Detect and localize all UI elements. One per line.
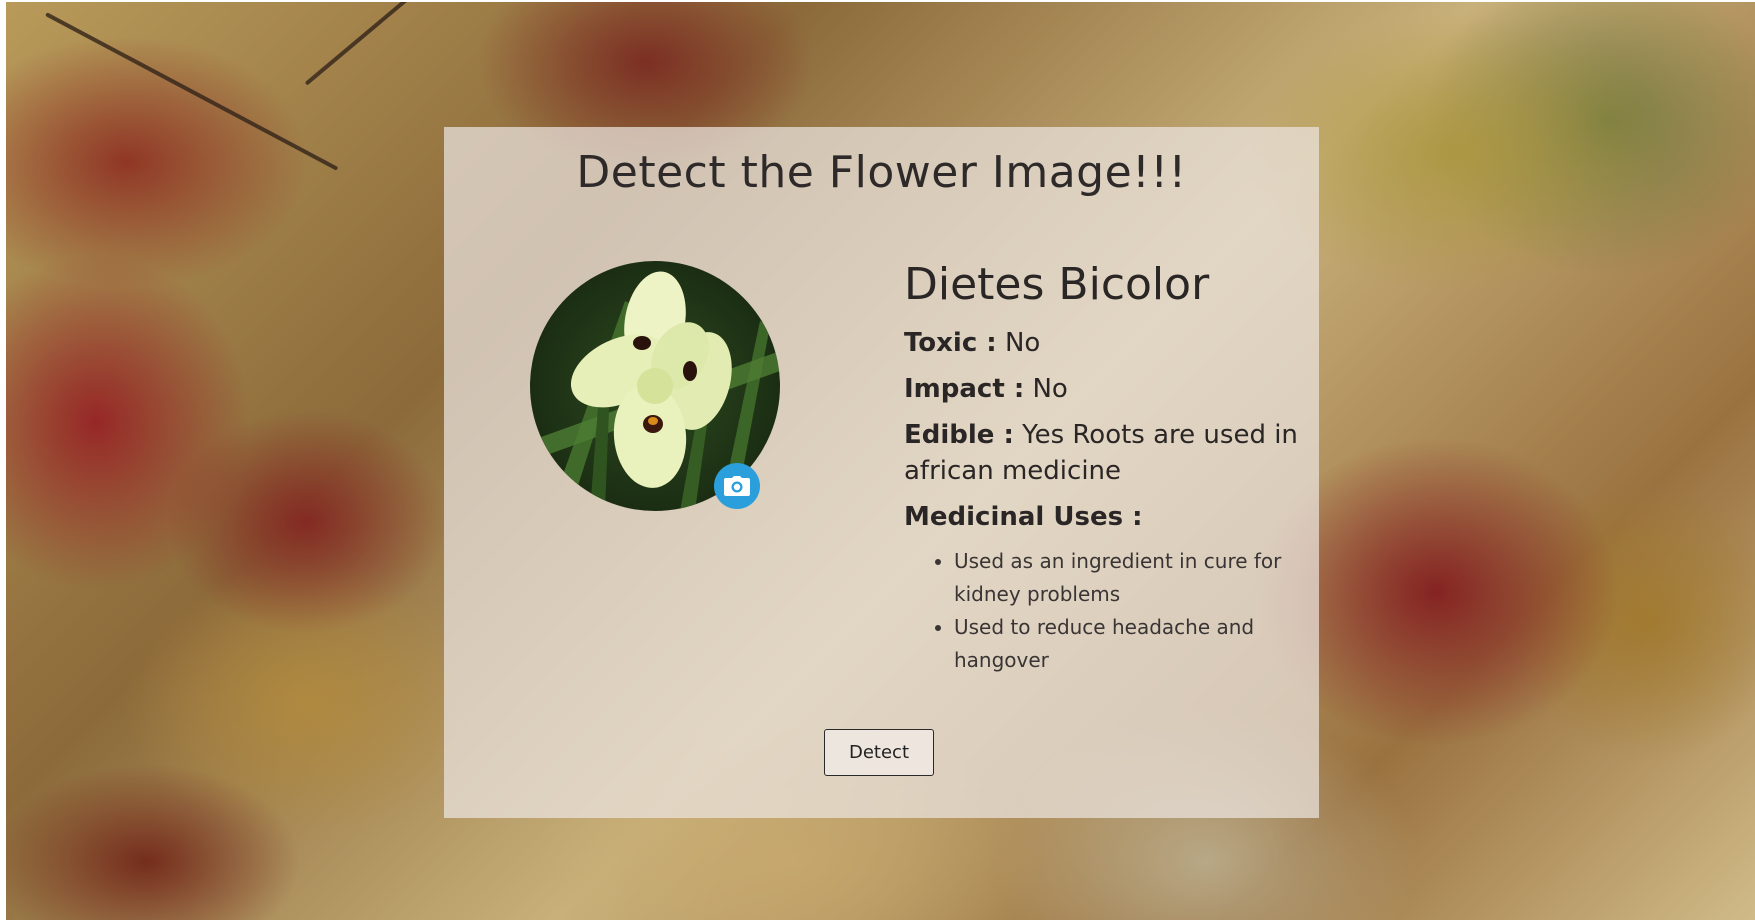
plant-name: Dietes Bicolor [904, 259, 1210, 310]
toxic-label: Toxic : [904, 328, 997, 359]
tree-branch [45, 12, 339, 171]
impact-label: Impact : [904, 374, 1025, 405]
detect-button[interactable]: Detect [824, 729, 934, 776]
impact-value: No [1032, 374, 1068, 405]
edible-label: Edible : [904, 420, 1014, 451]
flower-image-upload[interactable] [530, 261, 780, 511]
page-title: Detect the Flower Image!!! [576, 147, 1187, 198]
medicinal-field: Medicinal Uses : [904, 499, 1304, 535]
toxic-value: No [1004, 328, 1041, 359]
medicinal-label: Medicinal Uses : [904, 502, 1143, 533]
detection-card: Detect the Flower Image!!! Dietes Bicolo… [444, 127, 1319, 818]
tree-branch [304, 2, 430, 86]
camera-upload-button[interactable] [714, 463, 760, 509]
camera-icon [724, 476, 750, 496]
toxic-field: Toxic : No [904, 325, 1304, 361]
impact-field: Impact : No [904, 371, 1304, 407]
edible-field: Edible : Yes Roots are used in african m… [904, 417, 1304, 489]
list-item: Used as an ingredient in cure for kidney… [954, 545, 1304, 611]
list-item: Used to reduce headache and hangover [954, 611, 1304, 677]
medicinal-uses-list: Used as an ingredient in cure for kidney… [904, 545, 1304, 677]
detection-result: Dietes Bicolor Toxic : No Impact : No Ed… [904, 259, 1304, 677]
autumn-leaves-background: Detect the Flower Image!!! Dietes Bicolo… [6, 2, 1755, 920]
